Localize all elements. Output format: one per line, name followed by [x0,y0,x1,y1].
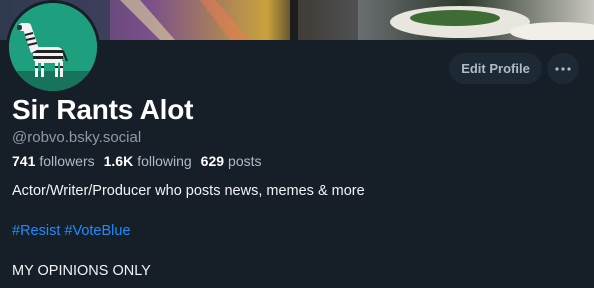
posts-stat: 629 posts [201,153,262,169]
posts-count: 629 [200,153,225,169]
edit-profile-button[interactable]: Edit Profile [449,53,542,84]
display-name: Sir Rants Alot [12,94,194,125]
followers-link[interactable]: 741 followers [12,153,95,169]
bio-opinion-text: MY OPINIONS ONLY [12,263,151,279]
bio-text: Actor/Writer/Producer who posts news, me… [12,183,365,199]
hashtag-link[interactable]: #VoteBlue [64,223,130,239]
posts-label: posts [228,153,262,169]
followers-label: followers [39,153,95,169]
avatar[interactable] [6,0,100,94]
hashtag-link[interactable]: #Resist [12,223,60,239]
profile-page: Edit Profile Sir Rants Alot @robvo.bsky.… [0,0,594,288]
edit-profile-label: Edit Profile [461,61,530,76]
more-options-button[interactable] [547,53,579,84]
zebra-avatar-image [9,3,97,91]
profile-handle: @robvo.bsky.social [12,129,142,146]
following-link[interactable]: 1.6K following [104,153,192,169]
followers-count: 741 [12,153,36,169]
following-count: 1.6K [103,153,134,169]
profile-stats: 741 followers 1.6K following 629 posts [12,153,271,169]
bio-hashtags: #Resist #VoteBlue [12,223,131,239]
ellipsis-icon [555,66,571,71]
following-label: following [137,153,192,169]
